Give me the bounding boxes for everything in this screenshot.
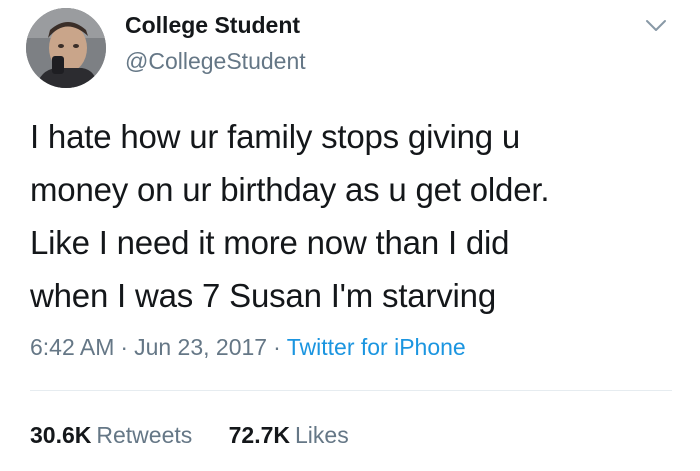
likes-label: Likes <box>295 422 349 448</box>
avatar-image <box>26 8 106 88</box>
tweet-source-link[interactable]: Twitter for iPhone <box>287 334 466 360</box>
likes-stat[interactable]: 72.7K Likes <box>229 422 349 449</box>
tweet-text-line: money on ur birthday as u get older. <box>30 171 550 208</box>
avatar[interactable] <box>26 8 106 88</box>
chevron-down-icon <box>646 20 666 31</box>
tweet-text-line: I hate how ur family stops giving u <box>30 118 521 155</box>
more-options-button[interactable] <box>642 12 670 40</box>
display-name[interactable]: College Student <box>125 12 300 39</box>
tweet-meta: 6:42 AM · Jun 23, 2017 · Twitter for iPhone <box>30 334 466 361</box>
meta-separator: · <box>273 334 281 360</box>
likes-count: 72.7K <box>228 422 291 448</box>
tweet-text: I hate how ur family stops giving u mone… <box>30 110 670 322</box>
retweets-stat[interactable]: 30.6K Retweets <box>30 422 192 449</box>
divider <box>30 390 672 391</box>
tweet-stats: 30.6K Retweets 72.7K Likes <box>30 422 379 449</box>
meta-separator: · <box>120 334 129 360</box>
tweet-text-line: when I was 7 Susan I'm starving <box>30 277 496 314</box>
tweet-date[interactable]: Jun 23, 2017 <box>134 334 267 360</box>
user-handle[interactable]: @CollegeStudent <box>125 48 306 75</box>
retweets-label: Retweets <box>96 422 193 448</box>
tweet-time[interactable]: 6:42 AM <box>30 334 114 360</box>
retweets-count: 30.6K <box>30 422 92 448</box>
tweet-text-line: Like I need it more now than I did <box>30 224 510 261</box>
